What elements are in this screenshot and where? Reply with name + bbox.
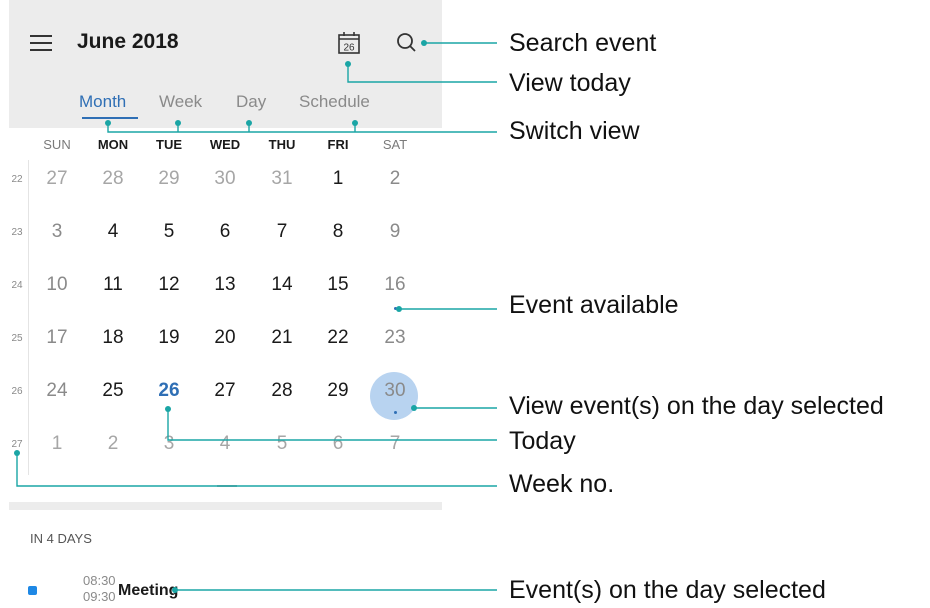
app-header-background bbox=[9, 0, 442, 128]
event-time: 08:30 09:30 bbox=[83, 573, 116, 605]
event-start-time: 08:30 bbox=[83, 573, 116, 588]
day-cell[interactable]: 4 bbox=[205, 433, 245, 455]
day-cell[interactable]: 15 bbox=[318, 274, 358, 296]
day-cell[interactable]: 5 bbox=[262, 433, 302, 455]
tab-schedule[interactable]: Schedule bbox=[299, 92, 370, 112]
day-cell[interactable]: 14 bbox=[262, 274, 302, 296]
search-icon[interactable] bbox=[394, 30, 420, 56]
day-cell[interactable]: 7 bbox=[262, 221, 302, 243]
menu-icon[interactable] bbox=[30, 33, 54, 53]
event-end-time: 09:30 bbox=[83, 589, 116, 604]
day-cell[interactable]: 18 bbox=[93, 327, 133, 349]
day-cell[interactable]: 4 bbox=[93, 221, 133, 243]
day-cell[interactable]: 30 bbox=[375, 380, 415, 402]
callout-week-no: Week no. bbox=[509, 470, 615, 498]
day-cell[interactable]: 21 bbox=[262, 327, 302, 349]
day-cell[interactable]: 9 bbox=[375, 221, 415, 243]
day-cell[interactable]: 17 bbox=[37, 327, 77, 349]
weekday-tue: TUE bbox=[156, 137, 182, 152]
page-title: June 2018 bbox=[77, 30, 179, 53]
day-cell[interactable]: 26 bbox=[149, 380, 189, 402]
leader-dot bbox=[165, 406, 171, 412]
tab-week[interactable]: Week bbox=[159, 92, 202, 112]
weekday-fri: FRI bbox=[327, 137, 349, 152]
calendar-icon-day: 26 bbox=[343, 43, 355, 54]
week-number: 26 bbox=[11, 386, 23, 397]
week-number: 22 bbox=[11, 174, 23, 185]
day-cell[interactable]: 5 bbox=[149, 221, 189, 243]
week-number: 24 bbox=[11, 280, 23, 291]
callout-view-today: View today bbox=[509, 69, 631, 97]
day-cell[interactable]: 11 bbox=[93, 274, 133, 296]
day-cell[interactable]: 23 bbox=[375, 327, 415, 349]
event-dot bbox=[394, 411, 397, 414]
active-tab-indicator bbox=[82, 117, 138, 119]
week-number: 27 bbox=[11, 439, 23, 450]
leader-dot bbox=[14, 450, 20, 456]
day-cell[interactable]: 2 bbox=[93, 433, 133, 455]
leader-week-no bbox=[16, 453, 497, 487]
day-cell[interactable]: 7 bbox=[375, 433, 415, 455]
tab-day[interactable]: Day bbox=[236, 92, 266, 112]
weekday-thu: THU bbox=[268, 137, 296, 152]
callout-view-events-selected: View event(s) on the day selected bbox=[509, 392, 884, 420]
day-cell[interactable]: 29 bbox=[318, 380, 358, 402]
day-cell[interactable]: 1 bbox=[318, 168, 358, 190]
week-number: 23 bbox=[11, 227, 23, 238]
day-cell[interactable]: 25 bbox=[93, 380, 133, 402]
day-cell[interactable]: 1 bbox=[37, 433, 77, 455]
callout-event-available: Event available bbox=[509, 291, 679, 319]
section-divider bbox=[9, 502, 442, 510]
callout-events-on-day: Event(s) on the day selected bbox=[509, 576, 826, 604]
day-cell[interactable]: 13 bbox=[205, 274, 245, 296]
callout-search-event: Search event bbox=[509, 29, 657, 57]
day-cell[interactable]: 27 bbox=[205, 380, 245, 402]
day-cell[interactable]: 29 bbox=[149, 168, 189, 190]
day-cell[interactable]: 3 bbox=[37, 221, 77, 243]
day-cell[interactable]: 28 bbox=[93, 168, 133, 190]
calendar-today-icon[interactable]: 26 bbox=[336, 30, 362, 56]
day-cell[interactable]: 24 bbox=[37, 380, 77, 402]
day-cell[interactable]: 20 bbox=[205, 327, 245, 349]
weekday-sun: SUN bbox=[43, 137, 71, 152]
event-title[interactable]: Meeting bbox=[118, 582, 178, 600]
day-cell[interactable]: 2 bbox=[375, 168, 415, 190]
weekday-wed: WED bbox=[209, 137, 241, 152]
day-cell[interactable]: 3 bbox=[149, 433, 189, 455]
week-number: 25 bbox=[11, 333, 23, 344]
day-cell[interactable]: 6 bbox=[205, 221, 245, 243]
day-cell[interactable]: 28 bbox=[262, 380, 302, 402]
day-cell[interactable]: 30 bbox=[205, 168, 245, 190]
callout-today: Today bbox=[509, 427, 576, 455]
day-cell[interactable]: 12 bbox=[149, 274, 189, 296]
day-cell[interactable]: 19 bbox=[149, 327, 189, 349]
day-cell[interactable]: 22 bbox=[318, 327, 358, 349]
day-cell[interactable]: 10 bbox=[37, 274, 77, 296]
drag-handle[interactable] bbox=[217, 485, 237, 487]
day-cell[interactable]: 16 bbox=[375, 274, 415, 296]
week-number-divider bbox=[28, 160, 29, 475]
callout-switch-view: Switch view bbox=[509, 117, 640, 145]
tab-month[interactable]: Month bbox=[79, 92, 126, 112]
weekday-mon: MON bbox=[97, 137, 129, 152]
event-dot bbox=[394, 307, 397, 310]
weekday-sat: SAT bbox=[382, 137, 408, 152]
day-cell[interactable]: 31 bbox=[262, 168, 302, 190]
event-color-marker bbox=[28, 586, 37, 595]
agenda-heading: IN 4 DAYS bbox=[30, 531, 92, 546]
day-cell[interactable]: 6 bbox=[318, 433, 358, 455]
day-cell[interactable]: 8 bbox=[318, 221, 358, 243]
day-cell[interactable]: 27 bbox=[37, 168, 77, 190]
